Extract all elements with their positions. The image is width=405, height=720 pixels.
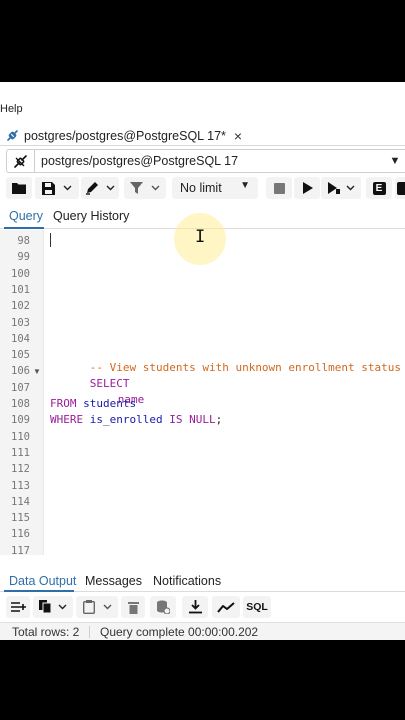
- query-toolbar: No limit ▼ E: [0, 177, 405, 201]
- code-line-from: FROM students: [50, 397, 137, 410]
- paste-icon: [82, 600, 95, 614]
- chevron-down-icon: [106, 185, 115, 191]
- sql-view-button[interactable]: SQL: [243, 596, 271, 618]
- active-output-tab-indicator: [4, 590, 74, 592]
- trash-icon: [127, 601, 139, 614]
- line-number: 104: [11, 332, 30, 345]
- execute-button[interactable]: [294, 177, 320, 199]
- stop-icon: [273, 182, 285, 194]
- text-cursor-icon: I: [195, 227, 206, 247]
- explain-button[interactable]: E: [366, 177, 392, 199]
- line-number: 113: [11, 479, 30, 492]
- line-number: 110: [11, 430, 30, 443]
- line-number: 114: [11, 495, 30, 508]
- sql-editor[interactable]: 98 99 100 101 102 103 104 105 106 107 108 109 110 111…: [0, 230, 405, 557]
- line-number: 106: [11, 365, 30, 378]
- status-separator: [89, 626, 90, 638]
- chevron-down-icon: [103, 604, 112, 610]
- line-number: 109: [11, 414, 30, 427]
- output-toolbar: SQL: [0, 596, 405, 620]
- save-icon: [42, 181, 55, 195]
- row-limit-select[interactable]: No limit ▼: [172, 177, 258, 199]
- database-icon: [156, 600, 170, 614]
- download-icon: [188, 600, 202, 614]
- tab-query[interactable]: Query: [9, 209, 43, 223]
- edit-pen-icon: [85, 181, 100, 195]
- row-limit-label: No limit: [180, 181, 222, 195]
- line-number: 108: [11, 398, 30, 410]
- line-number: 102: [11, 300, 30, 313]
- paste-button[interactable]: [76, 596, 118, 618]
- connection-selector[interactable]: postgres/postgres@PostgreSQL 17 ▼: [6, 149, 405, 173]
- add-row-icon: [10, 601, 26, 613]
- chevron-down-icon: [151, 185, 160, 191]
- line-number: 112: [11, 463, 30, 476]
- copy-icon: [39, 600, 52, 614]
- chevron-down-icon: ▼: [240, 180, 250, 191]
- line-number: 116: [11, 528, 30, 541]
- line-number: 103: [11, 316, 30, 329]
- play-icon: [302, 182, 313, 194]
- query-complete-text: Query complete 00:00:00.202: [100, 625, 259, 639]
- line-number: 111: [11, 446, 30, 459]
- query-tab-title: postgres/postgres@PostgreSQL 17*: [24, 128, 226, 143]
- chevron-down-icon[interactable]: ▼: [385, 155, 405, 167]
- status-bar: Total rows: 2 Query complete 00:00:00.20…: [0, 622, 405, 640]
- chevron-down-icon: [63, 185, 72, 191]
- connection-label: postgres/postgres@PostgreSQL 17: [41, 154, 239, 168]
- explain-analyze-button[interactable]: [395, 177, 405, 199]
- line-number: 98: [17, 235, 30, 247]
- line-number: 115: [11, 512, 30, 525]
- line-number: 100: [11, 267, 30, 280]
- delete-row-button[interactable]: [121, 596, 145, 618]
- text-caret: [50, 233, 51, 247]
- explain-analyze-icon: [397, 181, 405, 195]
- save-data-button[interactable]: [150, 596, 176, 618]
- editor-tab-bar: postgres/postgres@PostgreSQL 17* ×: [0, 124, 405, 146]
- connection-icon: [7, 150, 35, 172]
- close-icon[interactable]: ×: [234, 128, 242, 144]
- code-line-where: WHERE is_enrolled IS NULL;: [50, 413, 223, 426]
- download-button[interactable]: [182, 596, 208, 618]
- tab-data-output[interactable]: Data Output: [9, 574, 76, 588]
- line-number: 107: [11, 381, 30, 394]
- tab-messages[interactable]: Messages: [85, 574, 142, 588]
- chevron-down-icon: [58, 604, 67, 610]
- open-file-button[interactable]: [6, 177, 32, 199]
- line-number: 99: [17, 251, 30, 264]
- line-number: 101: [11, 283, 30, 296]
- play-icon: [327, 182, 340, 194]
- edit-button[interactable]: [81, 177, 119, 199]
- stop-button[interactable]: [266, 177, 292, 199]
- execute-options-button[interactable]: [321, 177, 361, 199]
- chevron-down-icon: [346, 185, 355, 191]
- filter-button[interactable]: [124, 177, 166, 199]
- total-rows-text: Total rows: 2: [12, 625, 80, 639]
- copy-button[interactable]: [33, 596, 73, 618]
- save-button[interactable]: [35, 177, 79, 199]
- folder-icon: [12, 182, 26, 194]
- tab-query-history[interactable]: Query History: [53, 209, 129, 223]
- line-number: 105: [11, 349, 30, 362]
- add-row-button[interactable]: [6, 596, 30, 618]
- graph-icon: [217, 601, 235, 613]
- menubar: Help: [0, 82, 405, 122]
- explain-icon: E: [372, 181, 386, 195]
- active-tab-indicator: [4, 227, 44, 229]
- output-panel-tabs: Data Output Messages Notifications: [0, 570, 405, 592]
- fold-chevron-icon[interactable]: ▼: [33, 367, 41, 376]
- line-number: 117: [11, 544, 30, 557]
- filter-icon: [130, 182, 143, 194]
- tab-notifications[interactable]: Notifications: [153, 574, 221, 588]
- pgadmin-window: Help postgres/postgres@PostgreSQL 17* × …: [0, 82, 405, 640]
- graph-visualiser-button[interactable]: [212, 596, 240, 618]
- menu-help[interactable]: Help: [0, 103, 23, 115]
- connection-icon: [6, 129, 19, 142]
- query-tab[interactable]: postgres/postgres@PostgreSQL 17* ×: [6, 125, 242, 146]
